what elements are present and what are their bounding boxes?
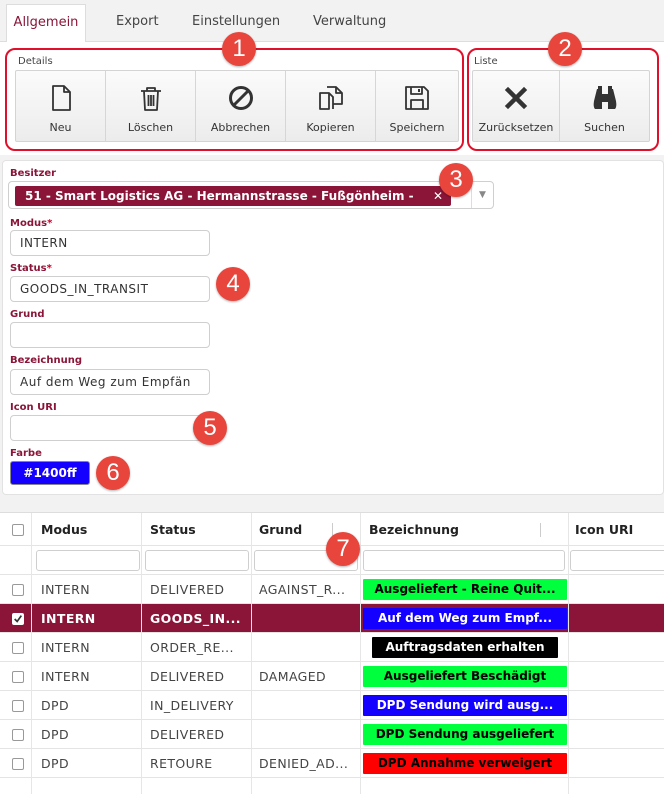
table-row[interactable]: INTERN ORDER_RE... Auftragsdaten erhalten: [0, 633, 664, 662]
cell-grund: [259, 604, 351, 632]
column-header-status[interactable]: Status: [150, 513, 196, 545]
annotation-marker-3: 3: [439, 163, 473, 197]
bezeichnung-label: Bezeichnung: [10, 355, 82, 366]
cell-modus: INTERN: [41, 611, 96, 626]
modus-field[interactable]: INTERN: [10, 230, 210, 256]
cell-bezeichnung: Auf dem Weg zum Empf...: [363, 608, 567, 629]
filter-input-modus[interactable]: [36, 550, 140, 571]
cell-bezeichnung: Auftragsdaten erhalten: [372, 637, 558, 658]
checkmark-icon: [14, 615, 23, 623]
tab-verwaltung[interactable]: Verwaltung: [309, 4, 390, 42]
table-row[interactable]: INTERN DELIVERED AGAINST_R... Ausgeliefert …: [0, 575, 664, 604]
cell-grund: [259, 633, 351, 661]
cell-bezeichnung: DPD Sendung wird ausg...: [363, 695, 567, 716]
column-header-icon-uri[interactable]: Icon URI: [575, 513, 633, 545]
annotation-marker-1: 1: [222, 32, 256, 66]
cell-status: ORDER_RE...: [150, 640, 234, 655]
annotation-marker-5: 5: [193, 411, 227, 445]
bezeichnung-field[interactable]: Auf dem Weg zum Empfän: [10, 369, 210, 395]
cell-status: GOODS_IN...: [150, 611, 241, 626]
tab-export[interactable]: Export: [112, 4, 163, 42]
cell-status: DELIVERED: [150, 669, 225, 684]
cell-grund: DENIED_AD...: [259, 756, 349, 771]
column-header-modus[interactable]: Modus: [41, 513, 87, 545]
cell-modus: INTERN: [41, 669, 91, 684]
modus-label-text: Modus: [10, 218, 48, 229]
grund-label: Grund: [10, 309, 45, 320]
annotation-marker-6: 6: [96, 456, 130, 490]
cell-modus: INTERN: [41, 582, 91, 597]
row-checkbox[interactable]: [12, 642, 24, 654]
column-divider: [251, 513, 252, 794]
icon-uri-label: Icon URI: [10, 402, 57, 413]
row-checkbox[interactable]: [12, 700, 24, 712]
cell-bezeichnung: DPD Annahme verweigert: [363, 753, 567, 774]
column-resize-handle[interactable]: [540, 523, 541, 537]
column-divider: [568, 513, 569, 794]
farbe-label: Farbe: [10, 448, 42, 459]
filter-input-status[interactable]: [145, 550, 249, 571]
cell-modus: DPD: [41, 727, 69, 742]
filter-input-icon-uri[interactable]: [570, 550, 664, 571]
farbe-color-picker[interactable]: #1400ff: [10, 461, 90, 485]
row-checkbox[interactable]: [12, 671, 24, 683]
table-row[interactable]: DPD IN_DELIVERY DPD Sendung wird ausg...: [0, 691, 664, 720]
table-row[interactable]: DPD RETOURE DENIED_AD... DPD Annahme verwei…: [0, 749, 664, 778]
modus-label: Modus*: [10, 218, 52, 229]
besitzer-select[interactable]: 51 - Smart Logistics AG - Hermannstrasse…: [8, 181, 494, 209]
cell-status: DELIVERED: [150, 582, 225, 597]
annotation-marker-2: 2: [548, 32, 582, 66]
table-row[interactable]: INTERN DELIVERED DAMAGED Ausgeliefert Besch…: [0, 662, 664, 691]
row-checkbox[interactable]: [12, 613, 24, 625]
filter-input-bezeichnung[interactable]: [363, 550, 565, 571]
cell-modus: DPD: [41, 698, 69, 713]
status-field[interactable]: GOODS_IN_TRANSIT: [10, 276, 210, 302]
cell-grund: [259, 720, 351, 748]
column-divider: [31, 513, 32, 794]
icon-uri-field[interactable]: [10, 415, 210, 441]
cell-status: RETOURE: [150, 756, 213, 771]
cell-grund: AGAINST_R...: [259, 582, 346, 597]
cell-grund: [259, 691, 351, 719]
select-all-checkbox[interactable]: [12, 524, 24, 536]
row-checkbox[interactable]: [12, 729, 24, 741]
cell-modus: INTERN: [41, 640, 91, 655]
besitzer-tag: 51 - Smart Logistics AG - Hermannstrasse…: [15, 186, 451, 206]
cell-bezeichnung: Ausgeliefert - Reine Quit...: [363, 579, 567, 600]
cell-status: DELIVERED: [150, 727, 225, 742]
column-divider: [141, 513, 142, 794]
column-header-grund[interactable]: Grund: [259, 513, 302, 545]
status-label: Status*: [10, 263, 52, 274]
besitzer-value: 51 - Smart Logistics AG - Hermannstrasse…: [25, 189, 414, 203]
cell-bezeichnung: DPD Sendung ausgeliefert: [363, 724, 567, 745]
column-divider: [360, 513, 361, 794]
grund-field[interactable]: [10, 322, 210, 348]
required-asterisk: *: [47, 218, 53, 229]
row-checkbox[interactable]: [12, 584, 24, 596]
chevron-down-icon[interactable]: ▼: [471, 182, 493, 208]
tab-allgemein[interactable]: Allgemein: [6, 4, 86, 43]
table-row[interactable]: DPD DELIVERED DPD Sendung ausgeliefert: [0, 720, 664, 749]
column-header-bezeichnung[interactable]: Bezeichnung: [369, 513, 459, 545]
required-asterisk: *: [46, 263, 52, 274]
row-checkbox[interactable]: [12, 758, 24, 770]
cell-grund: DAMAGED: [259, 669, 327, 684]
annotation-marker-4: 4: [216, 267, 250, 301]
table-row[interactable]: INTERN GOODS_IN... Auf dem Weg zum Empf...: [0, 604, 664, 633]
status-label-text: Status: [10, 263, 47, 274]
cell-bezeichnung: Ausgeliefert Beschädigt: [363, 666, 567, 687]
besitzer-label: Besitzer: [10, 168, 57, 179]
annotation-marker-7: 7: [326, 532, 360, 566]
cell-modus: DPD: [41, 756, 69, 771]
cell-status: IN_DELIVERY: [150, 698, 234, 713]
